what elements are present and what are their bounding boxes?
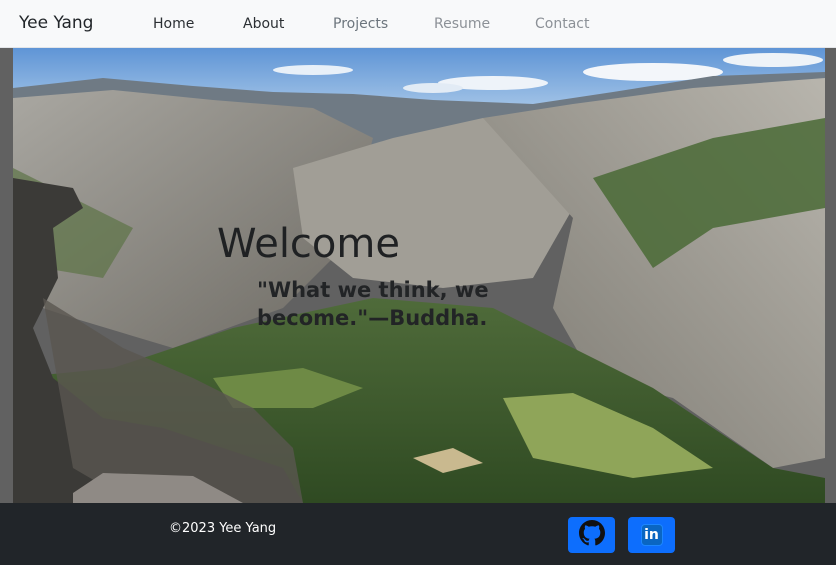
nav-link-projects[interactable]: Projects: [333, 16, 388, 32]
github-icon: [578, 520, 605, 550]
linkedin-button[interactable]: in: [628, 517, 675, 553]
brand-link[interactable]: Yee Yang: [19, 13, 93, 33]
hero-section: Welcome "What we think, we become."—Budd…: [0, 48, 836, 503]
nav-link-home[interactable]: Home: [153, 16, 194, 32]
nav-link-about[interactable]: About: [243, 16, 284, 32]
nav-link-contact[interactable]: Contact: [535, 16, 589, 32]
hero-heading: Welcome: [217, 221, 400, 267]
nav-link-resume[interactable]: Resume: [434, 16, 490, 32]
linkedin-icon: in: [640, 524, 663, 546]
site-footer: ©2023 Yee Yang in: [0, 503, 836, 565]
hero-quote: "What we think, we become."—Buddha.: [257, 278, 489, 330]
github-button[interactable]: [568, 517, 615, 553]
top-navbar: Yee Yang Home About Projects Resume Cont…: [0, 0, 836, 48]
copyright-text: ©2023 Yee Yang: [169, 521, 277, 536]
